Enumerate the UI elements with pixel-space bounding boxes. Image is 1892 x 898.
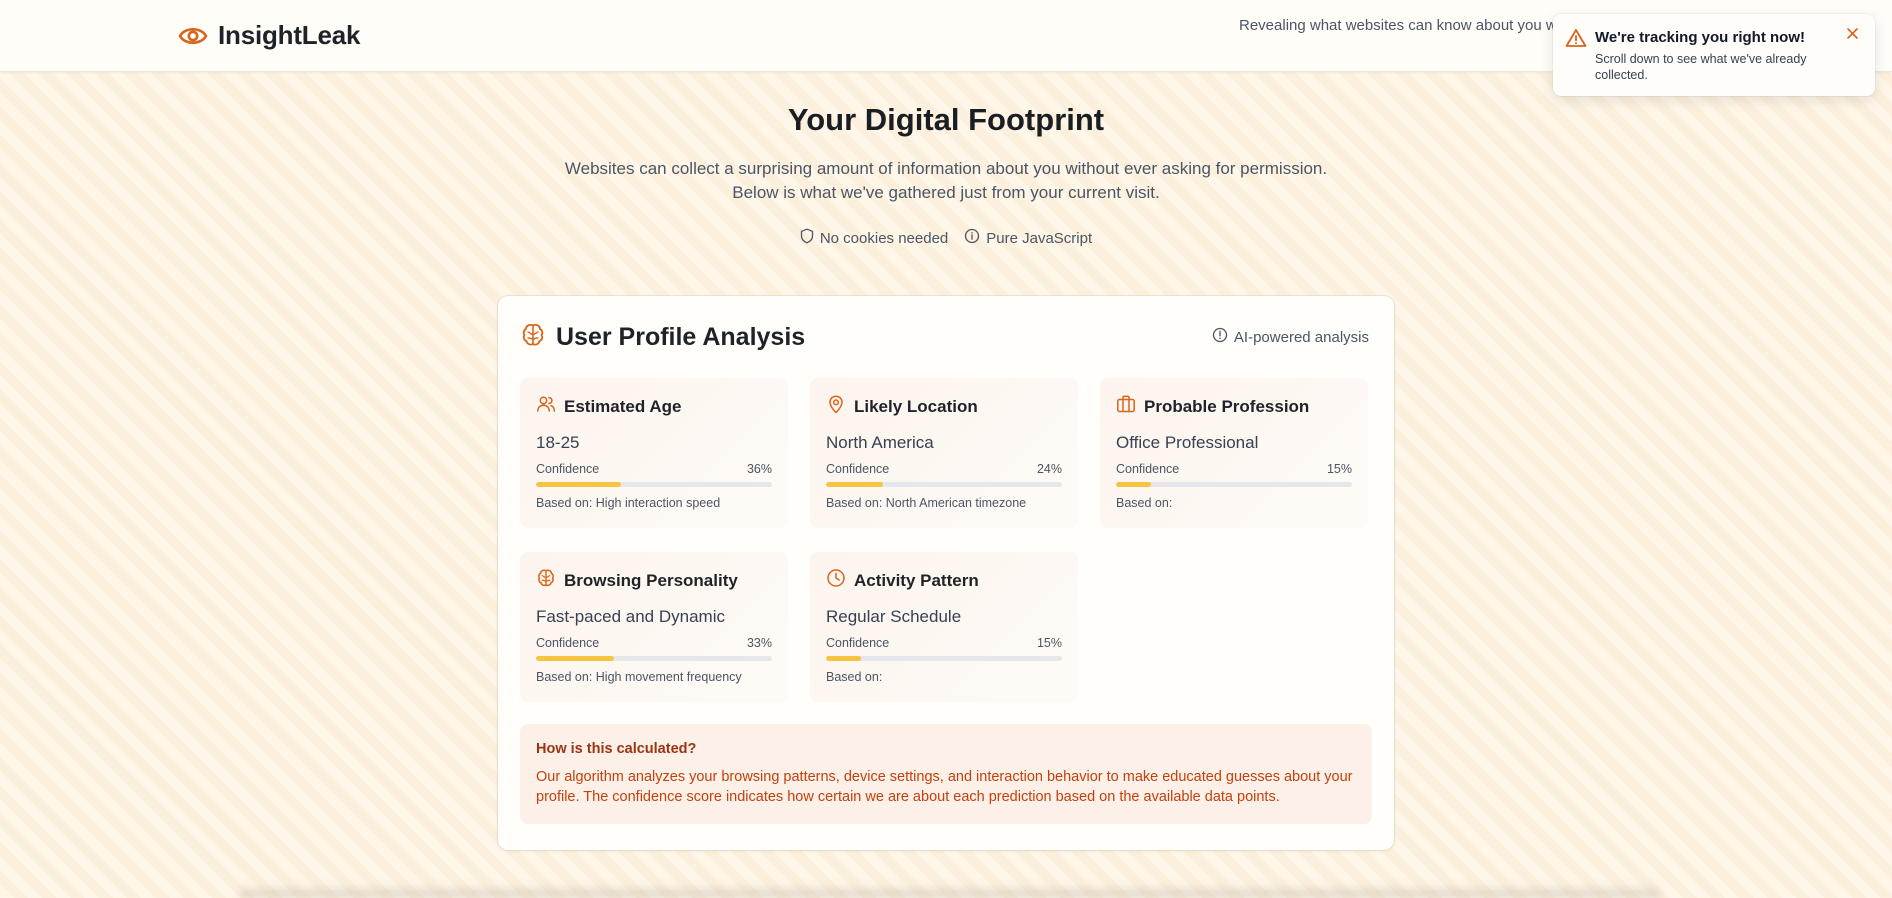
confidence-bar-fill <box>1116 482 1152 487</box>
briefcase-icon <box>1116 394 1136 419</box>
tile-header: Browsing Personality <box>536 568 738 593</box>
shield-icon <box>800 228 814 248</box>
confidence-label: Confidence <box>536 462 600 476</box>
tile-value: Regular Schedule <box>826 607 962 626</box>
tile-title: Estimated Age <box>564 396 682 416</box>
confidence-bar-fill <box>826 656 862 661</box>
clock-icon <box>826 568 846 593</box>
hero-description: Websites can collect a surprising amount… <box>546 157 1346 205</box>
warning-icon <box>1565 28 1587 53</box>
tile-header: Probable Profession <box>1116 394 1309 419</box>
confidence-percent: 33% <box>746 636 772 650</box>
users-icon <box>536 394 556 419</box>
eye-icon <box>178 24 208 48</box>
confidence-percent: 15% <box>1036 636 1062 650</box>
tracking-toast: We're tracking you right now! Scroll dow… <box>1553 14 1875 96</box>
tile-title: Probable Profession <box>1144 396 1310 416</box>
info-text: Our algorithm analyzes your browsing pat… <box>536 769 1353 805</box>
confidence-bar <box>826 656 1062 661</box>
brand-name: InsightLeak <box>218 20 361 50</box>
confidence-row: Confidence 15% <box>826 636 1062 650</box>
confidence-label: Confidence <box>826 636 890 650</box>
feature-pills: No cookies needed Pure JavaScript <box>0 228 1892 248</box>
toast-body: Scroll down to see what we've already co… <box>1595 52 1807 82</box>
confidence-bar <box>536 482 772 487</box>
map-pin-icon <box>826 394 846 419</box>
brain-icon <box>536 568 556 593</box>
brand[interactable]: InsightLeak <box>178 20 360 51</box>
tile-value: North America <box>826 433 934 452</box>
basis-text: Based on: High movement frequency <box>536 670 742 684</box>
tile-value: 18-25 <box>536 433 580 452</box>
confidence-label: Confidence <box>826 462 890 476</box>
confidence-bar-fill <box>826 482 883 487</box>
card-header: User Profile Analysis <box>520 322 805 353</box>
insight-card-probable-profession: Probable Profession Office Professional … <box>1100 378 1368 528</box>
insight-card-estimated-age: Estimated Age 18-25 Confidence 36% Based… <box>520 378 788 528</box>
confidence-bar <box>536 656 772 661</box>
info-icon <box>1212 327 1228 347</box>
confidence-row: Confidence 15% <box>1116 462 1352 476</box>
pill-label: No cookies needed <box>819 229 949 247</box>
insight-card-activity-pattern: Activity Pattern Regular Schedule Confid… <box>810 552 1078 702</box>
ai-label-text: AI-powered analysis <box>1233 328 1369 346</box>
tile-title: Activity Pattern <box>854 570 979 590</box>
basis-text: Based on: North American timezone <box>826 496 1027 510</box>
pill-label: Pure JavaScript <box>986 229 1093 247</box>
confidence-bar <box>826 482 1062 487</box>
page-title: Your Digital Footprint <box>787 102 1105 137</box>
ai-analysis-label: AI-powered analysis <box>1212 327 1369 347</box>
confidence-label: Confidence <box>536 636 600 650</box>
confidence-row: Confidence 36% <box>536 462 772 476</box>
basis-text: Based on: High interaction speed <box>536 496 721 510</box>
confidence-percent: 15% <box>1326 462 1352 476</box>
confidence-row: Confidence 33% <box>536 636 772 650</box>
basis-text: Based on: <box>1116 496 1173 510</box>
info-title: How is this calculated? <box>536 741 697 757</box>
hero-description-line-1: Websites can collect a surprising amount… <box>564 159 1328 178</box>
confidence-bar <box>1116 482 1352 487</box>
insight-card-likely-location: Likely Location North America Confidence… <box>810 378 1078 528</box>
tile-value: Fast-paced and Dynamic <box>536 607 725 626</box>
confidence-bar-fill <box>536 656 614 661</box>
pill-pure-javascript: Pure JavaScript <box>964 228 1092 248</box>
hero-description-line-2: Below is what we've gathered just from y… <box>732 183 1160 202</box>
card-title: User Profile Analysis <box>556 323 806 351</box>
insight-card-browsing-personality: Browsing Personality Fast-paced and Dyna… <box>520 552 788 702</box>
tile-header: Activity Pattern <box>826 568 979 593</box>
confidence-percent: 24% <box>1036 462 1062 476</box>
tile-title: Likely Location <box>854 396 978 416</box>
confidence-percent: 36% <box>746 462 772 476</box>
user-profile-card: User Profile Analysis AI-powered analysi… <box>498 296 1394 850</box>
close-icon[interactable] <box>1843 24 1863 44</box>
next-section-edge <box>240 884 1660 898</box>
tile-title: Browsing Personality <box>564 570 738 590</box>
info-icon <box>964 228 980 248</box>
confidence-bar-fill <box>536 482 621 487</box>
tile-header: Estimated Age <box>536 394 681 419</box>
confidence-row: Confidence 24% <box>826 462 1062 476</box>
tile-header: Likely Location <box>826 394 978 419</box>
calculation-info-box: How is this calculated? Our algorithm an… <box>520 724 1372 824</box>
toast-title: We're tracking you right now! <box>1595 29 1805 46</box>
pill-no-cookies: No cookies needed <box>800 228 948 248</box>
basis-text: Based on: <box>826 670 883 684</box>
brain-icon <box>520 322 546 353</box>
confidence-label: Confidence <box>1116 462 1180 476</box>
tile-value: Office Professional <box>1116 433 1259 452</box>
